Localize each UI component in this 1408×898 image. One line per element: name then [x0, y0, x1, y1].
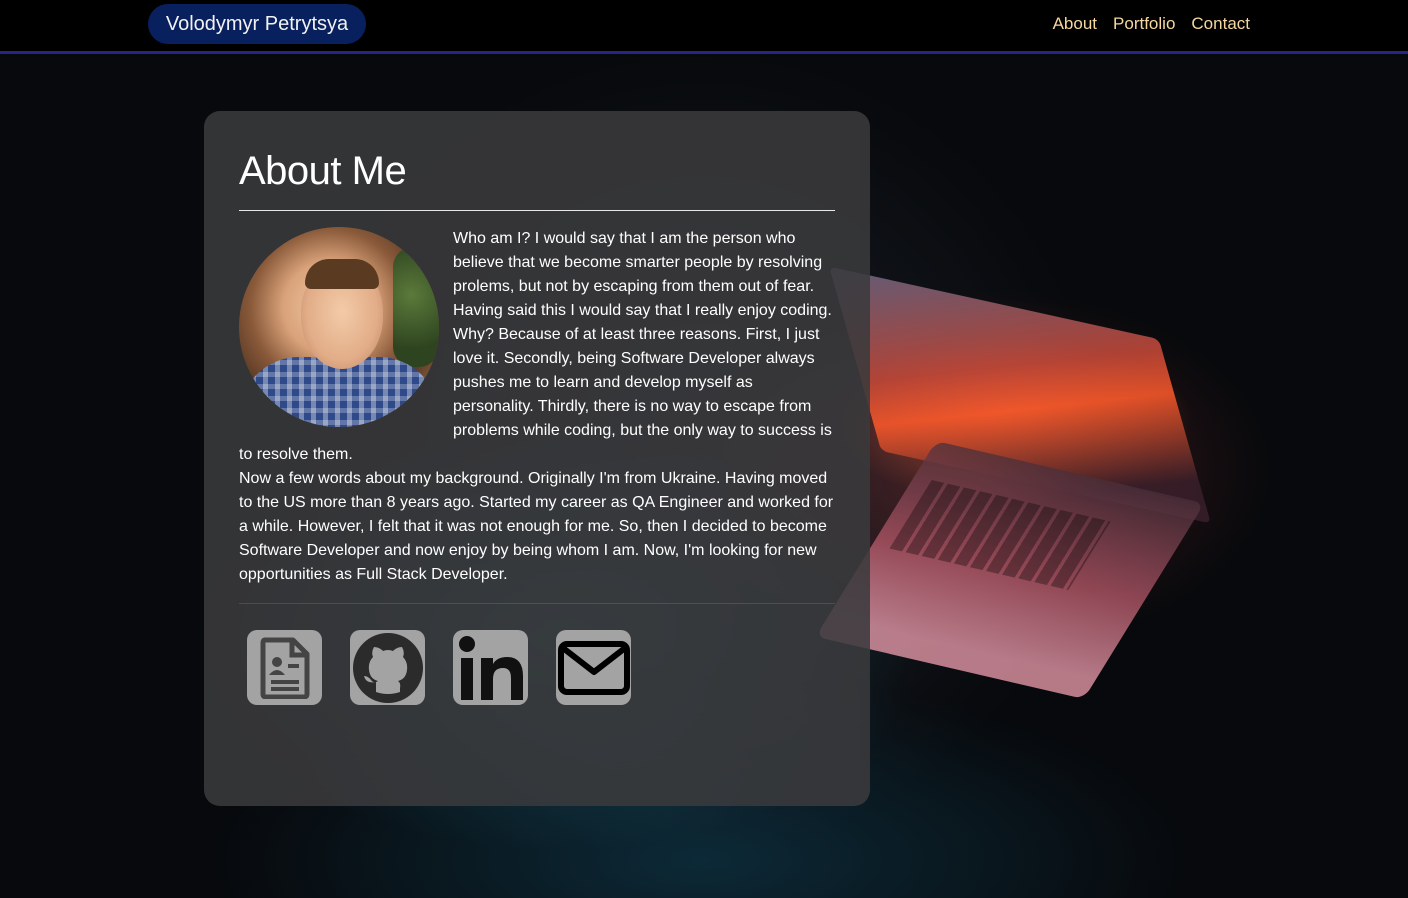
nav-link-about[interactable]: About: [1053, 14, 1097, 34]
icons-divider: [239, 603, 835, 604]
nav-link-portfolio[interactable]: Portfolio: [1113, 14, 1175, 34]
resume-button[interactable]: [247, 630, 322, 705]
title-divider: [239, 210, 835, 211]
profile-photo: [239, 227, 439, 427]
photo-plant: [393, 247, 439, 367]
brand-link[interactable]: Volodymyr Petrytsya: [148, 4, 366, 44]
email-button[interactable]: [556, 630, 631, 705]
github-button[interactable]: [350, 630, 425, 705]
photo-hair: [305, 259, 379, 289]
linkedin-icon: [458, 635, 523, 700]
linkedin-button[interactable]: [453, 630, 528, 705]
github-icon: [352, 632, 423, 703]
email-icon: [557, 640, 630, 695]
about-card: About Me Who am I? I would say that I am…: [204, 111, 870, 806]
resume-icon: [260, 637, 309, 699]
page-title: About Me: [239, 149, 407, 193]
about-paragraph-2: Now a few words about my background. Ori…: [239, 470, 834, 583]
page-background: Volodymyr Petrytsya About Portfolio Cont…: [0, 0, 1408, 898]
nav-link-contact[interactable]: Contact: [1191, 14, 1250, 34]
navbar: Volodymyr Petrytsya About Portfolio Cont…: [0, 0, 1408, 54]
nav-links: About Portfolio Contact: [1053, 14, 1250, 34]
social-links: [239, 630, 835, 705]
